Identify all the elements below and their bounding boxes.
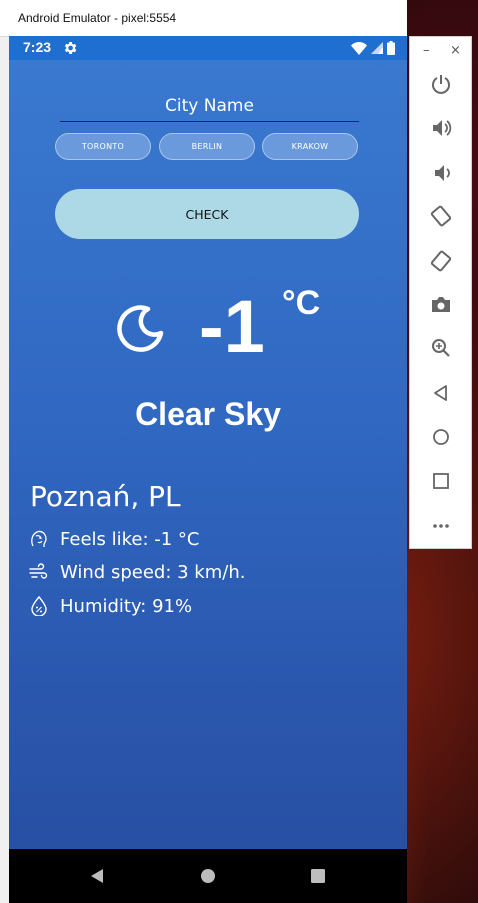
rotate-right-icon[interactable] [430,250,452,272]
rotate-left-icon[interactable] [430,205,452,227]
status-time: 7:23 [23,39,52,55]
humidity-text: Humidity: 91% [60,595,193,617]
window-titlebar: Android Emulator - pixel:5554 [0,0,407,37]
camera-icon[interactable] [430,294,452,316]
city-chip-label: BERLIN [191,142,223,151]
back-icon[interactable] [430,382,452,404]
humidity-row: Humidity: 91% [29,594,192,618]
wind-icon [29,563,48,579]
weather-condition: Clear Sky [135,396,281,432]
power-icon[interactable] [430,73,452,95]
toolbar-close-button[interactable]: × [450,43,461,58]
city-chip-label: KRAKOW [291,142,329,151]
check-button-label: CHECK [185,206,229,222]
more-icon[interactable] [430,515,452,537]
zoom-icon[interactable] [430,337,452,359]
city-chip-krakow[interactable]: KRAKOW [262,133,358,160]
temperature-value: -1 [199,285,265,368]
phone-display: 7:23 TORONTO BERLIN KRAKOW CHECK [9,36,407,903]
wifi-icon [351,41,367,55]
wind-speed-text: Wind speed: 3 km/h. [60,561,246,583]
face-icon [31,530,47,547]
emulator-side-toolbar: – × [409,36,472,549]
status-icons [351,41,395,55]
city-chip-berlin[interactable]: BERLIN [159,133,255,160]
volume-down-icon[interactable] [430,162,452,184]
city-chip-toronto[interactable]: TORONTO [55,133,151,160]
location-label: Poznań, PL [30,480,181,513]
overview-icon[interactable] [430,470,452,492]
status-bar: 7:23 [9,36,407,60]
wind-speed-row: Wind speed: 3 km/h. [29,560,245,584]
android-nav-bar [9,849,407,903]
window-title: Android Emulator - pixel:5554 [18,11,177,25]
nav-home-icon[interactable] [200,868,216,884]
volume-up-icon[interactable] [430,117,452,139]
toolbar-minimize-button[interactable]: – [423,43,430,58]
nav-overview-icon[interactable] [310,868,326,884]
signal-icon [371,42,383,54]
battery-icon [387,41,395,55]
home-icon[interactable] [430,426,452,448]
temperature-unit: °C [282,284,321,322]
nav-back-icon[interactable] [89,868,105,884]
gear-icon [64,42,77,54]
moon-icon [117,305,164,352]
feels-like-text: Feels like: -1 °C [60,528,200,550]
check-button[interactable]: CHECK [55,189,359,239]
humidity-drop-icon [31,596,47,616]
weather-screen: TORONTO BERLIN KRAKOW CHECK -1 °C Clear … [9,60,407,849]
city-name-input[interactable] [60,91,359,122]
feels-like-row: Feels like: -1 °C [29,527,200,551]
city-chip-label: TORONTO [81,142,125,151]
emulator-window: Android Emulator - pixel:5554 7:23 TORON… [0,0,407,903]
